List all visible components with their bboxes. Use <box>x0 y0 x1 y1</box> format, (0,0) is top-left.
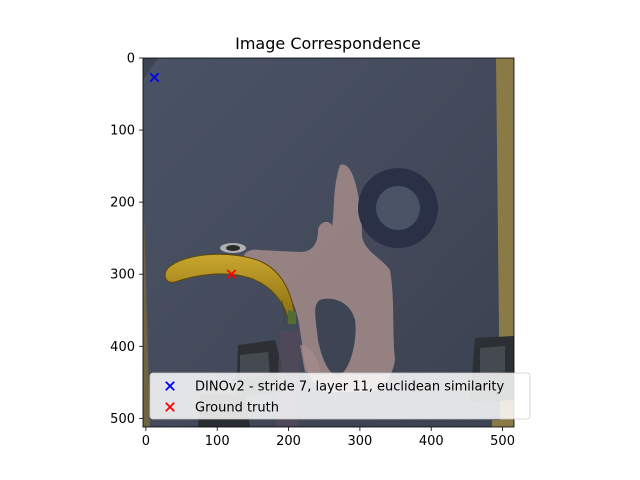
x-axis: 0 100 200 300 400 500 <box>142 427 515 449</box>
y-tick-label: 0 <box>127 52 135 67</box>
y-axis: 0 100 200 300 400 500 <box>110 52 143 427</box>
y-tick-label: 100 <box>110 124 135 139</box>
y-tick-label: 300 <box>110 268 135 283</box>
y-tick-label: 500 <box>110 412 135 427</box>
x-tick-label: 500 <box>490 434 515 449</box>
legend-label: DINOv2 - stride 7, layer 11, euclidean s… <box>195 380 505 395</box>
x-tick-label: 100 <box>205 434 230 449</box>
y-tick-label: 400 <box>110 340 135 355</box>
background-photo <box>143 58 514 427</box>
x-tick-label: 400 <box>419 434 444 449</box>
chart-title: Image Correspondence <box>235 34 421 53</box>
y-tick-label: 200 <box>110 196 135 211</box>
figure: Image Correspondence 0 100 200 300 400 500 0 1… <box>110 34 531 449</box>
legend: DINOv2 - stride 7, layer 11, euclidean s… <box>149 372 531 420</box>
x-tick-label: 300 <box>347 434 372 449</box>
legend-label: Ground truth <box>195 401 279 416</box>
x-tick-label: 200 <box>276 434 301 449</box>
x-tick-label: 0 <box>142 434 150 449</box>
